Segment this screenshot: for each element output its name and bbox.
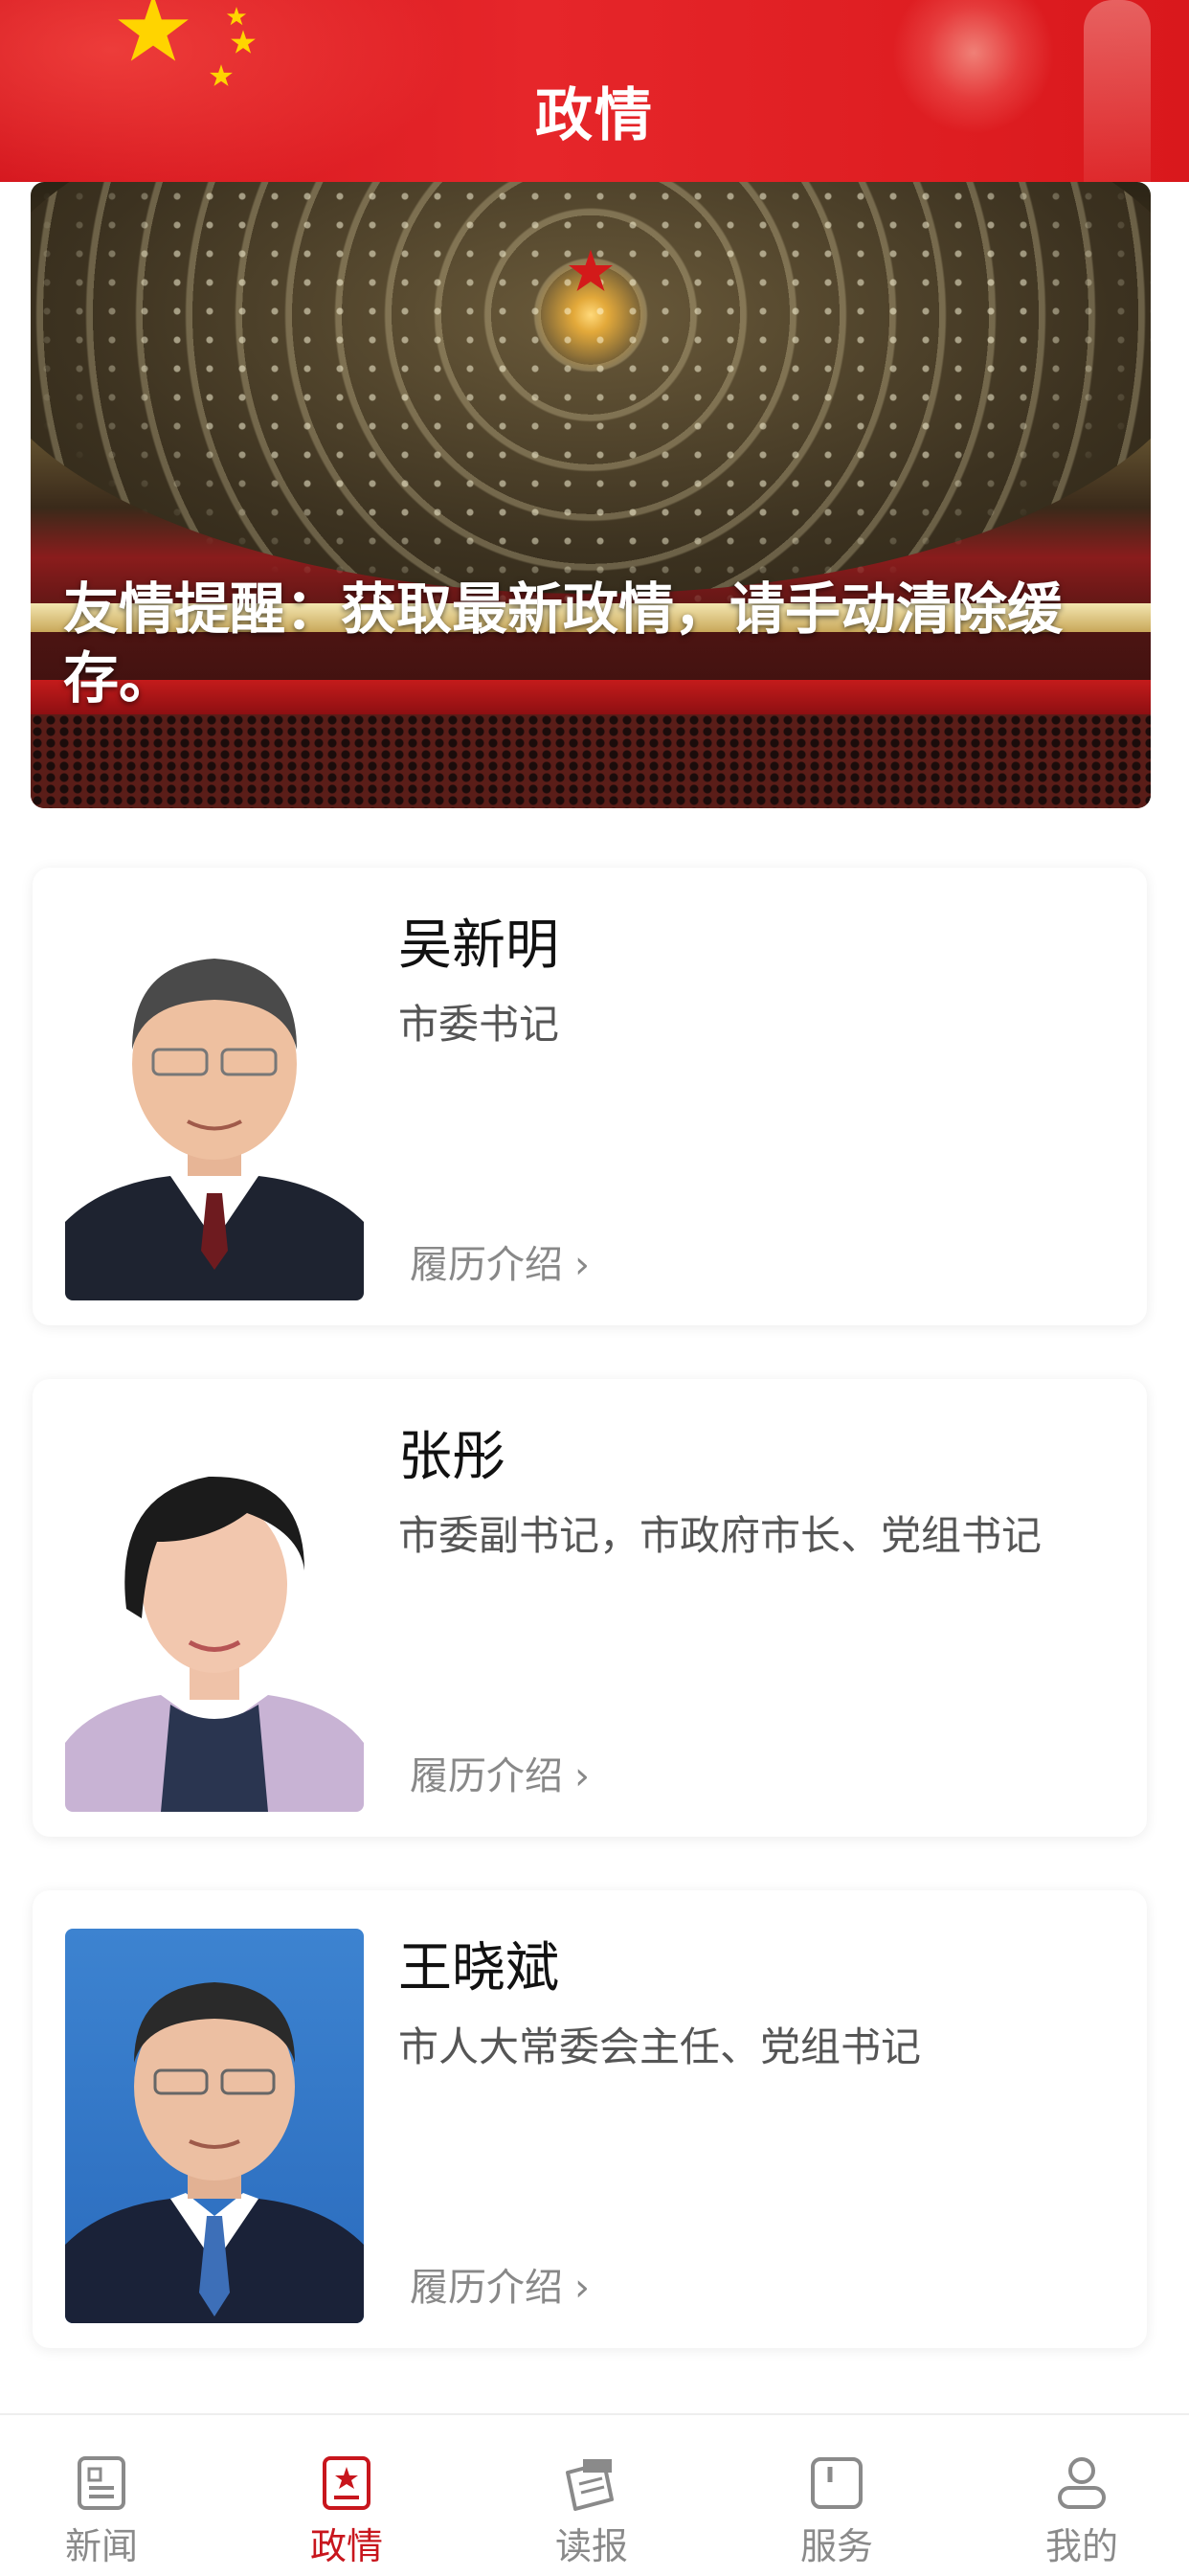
leader-card[interactable]: 吴新明 市委书记 履历介绍 ›: [33, 868, 1147, 1325]
tab-service[interactable]: 服务: [741, 2415, 932, 2576]
service-icon: [811, 2457, 863, 2509]
tab-label: 政情: [309, 2525, 383, 2567]
chevron-right-icon: ›: [574, 2266, 590, 2310]
red-star-icon: [569, 249, 613, 291]
leader-title: 市委书记: [398, 1001, 560, 1048]
tab-label: 读报: [554, 2525, 628, 2567]
leader-photo: [65, 906, 364, 1300]
resume-link-label: 履历介绍: [410, 1754, 563, 1798]
banner-caption: 友情提醒：获取最新政情，请手动清除缓存。: [63, 576, 1064, 711]
top-header: 政情: [0, 0, 1189, 182]
tab-profile[interactable]: 我的: [986, 2415, 1178, 2576]
leader-card[interactable]: 王晓斌 市人大常委会主任、党组书记 履历介绍 ›: [33, 1890, 1147, 2348]
resume-link-label: 履历介绍: [410, 1243, 563, 1287]
leader-card[interactable]: 张彤 市委副书记，市政府市长、党组书记 履历介绍 ›: [33, 1379, 1147, 1837]
tab-label: 新闻: [64, 2525, 138, 2567]
leader-name: 吴新明: [398, 915, 559, 977]
bottom-tab-bar: 新闻 政情 读报 服务 我的: [0, 2413, 1189, 2576]
star-icon: [226, 7, 247, 26]
politics-icon: [323, 2456, 370, 2510]
newspaper-icon: [566, 2459, 614, 2511]
star-icon: [231, 30, 256, 54]
resume-link[interactable]: 履历介绍 ›: [410, 1233, 590, 1289]
banner-crowd: [31, 714, 1151, 808]
resume-link[interactable]: 履历介绍 ›: [410, 1745, 590, 1800]
resume-link[interactable]: 履历介绍 ›: [410, 2256, 590, 2312]
leader-photo: [65, 1929, 364, 2323]
leader-photo: [65, 1417, 364, 1812]
leader-name: 王晓斌: [398, 1937, 559, 2000]
tab-news[interactable]: 新闻: [6, 2415, 197, 2576]
tab-politics[interactable]: 政情: [251, 2415, 442, 2576]
star-icon: [118, 0, 189, 61]
leader-title: 市委副书记，市政府市长、党组书记: [398, 1512, 1043, 1559]
page-title: 政情: [535, 82, 654, 149]
leader-title: 市人大常委会主任、党组书记: [398, 2023, 922, 2070]
chevron-right-icon: ›: [574, 1243, 590, 1287]
news-icon: [78, 2456, 125, 2510]
chevron-right-icon: ›: [574, 1754, 590, 1798]
resume-link-label: 履历介绍: [410, 2266, 563, 2310]
profile-icon: [1058, 2457, 1106, 2509]
tab-newspaper[interactable]: 读报: [496, 2415, 687, 2576]
leader-name: 张彤: [398, 1426, 505, 1488]
banner-lights: [31, 182, 1151, 603]
hall-banner[interactable]: 友情提醒：获取最新政情，请手动清除缓存。: [31, 182, 1151, 808]
tab-label: 我的: [1044, 2525, 1118, 2567]
tab-label: 服务: [799, 2525, 873, 2567]
